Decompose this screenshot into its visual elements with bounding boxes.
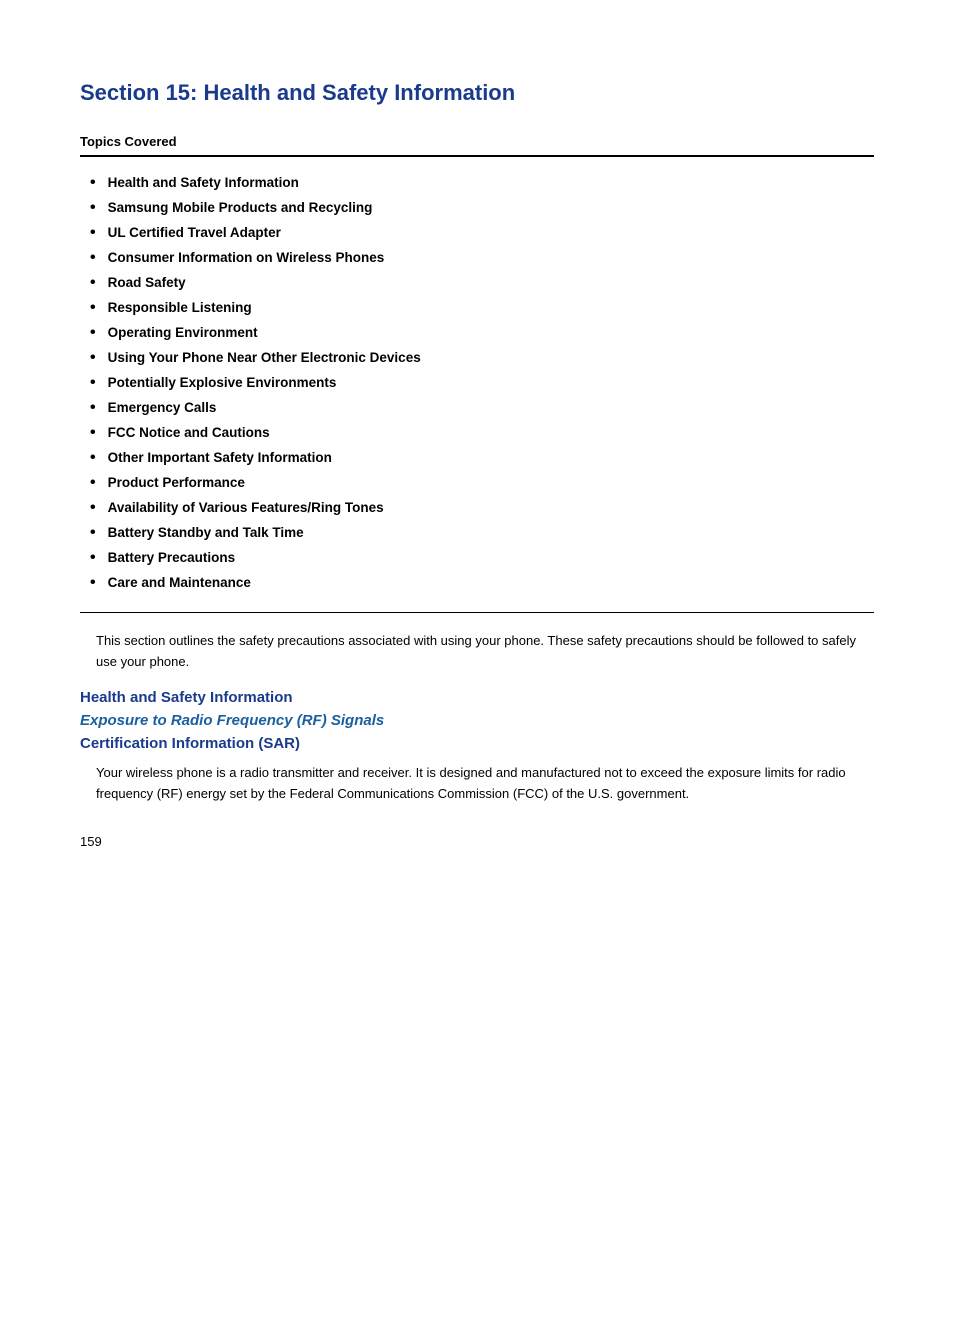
page-number: 159	[80, 834, 874, 849]
list-item: Road Safety	[90, 275, 874, 292]
certification-heading: Certification Information (SAR)	[80, 735, 874, 752]
topics-header: Topics Covered	[80, 134, 874, 149]
list-item: Consumer Information on Wireless Phones	[90, 250, 874, 267]
rf-signals-heading: Exposure to Radio Frequency (RF) Signals	[80, 712, 874, 729]
list-item: Product Performance	[90, 475, 874, 492]
list-item: Potentially Explosive Environments	[90, 375, 874, 392]
list-item: Other Important Safety Information	[90, 450, 874, 467]
list-item: Health and Safety Information	[90, 175, 874, 192]
list-item: UL Certified Travel Adapter	[90, 225, 874, 242]
health-safety-heading: Health and Safety Information	[80, 689, 874, 706]
list-item: Availability of Various Features/Ring To…	[90, 500, 874, 517]
section-title: Section 15: Health and Safety Informatio…	[80, 80, 874, 106]
list-item: Using Your Phone Near Other Electronic D…	[90, 350, 874, 367]
list-item: Operating Environment	[90, 325, 874, 342]
list-item: Samsung Mobile Products and Recycling	[90, 200, 874, 217]
list-item: Battery Precautions	[90, 550, 874, 567]
top-divider	[80, 155, 874, 157]
list-item: FCC Notice and Cautions	[90, 425, 874, 442]
intro-text: This section outlines the safety precaut…	[96, 631, 874, 673]
list-item: Responsible Listening	[90, 300, 874, 317]
bottom-divider	[80, 612, 874, 613]
topics-list: Health and Safety Information Samsung Mob…	[90, 175, 874, 592]
list-item: Care and Maintenance	[90, 575, 874, 592]
list-item: Emergency Calls	[90, 400, 874, 417]
certification-body: Your wireless phone is a radio transmitt…	[96, 762, 874, 805]
list-item: Battery Standby and Talk Time	[90, 525, 874, 542]
page-container: Section 15: Health and Safety Informatio…	[0, 0, 954, 909]
